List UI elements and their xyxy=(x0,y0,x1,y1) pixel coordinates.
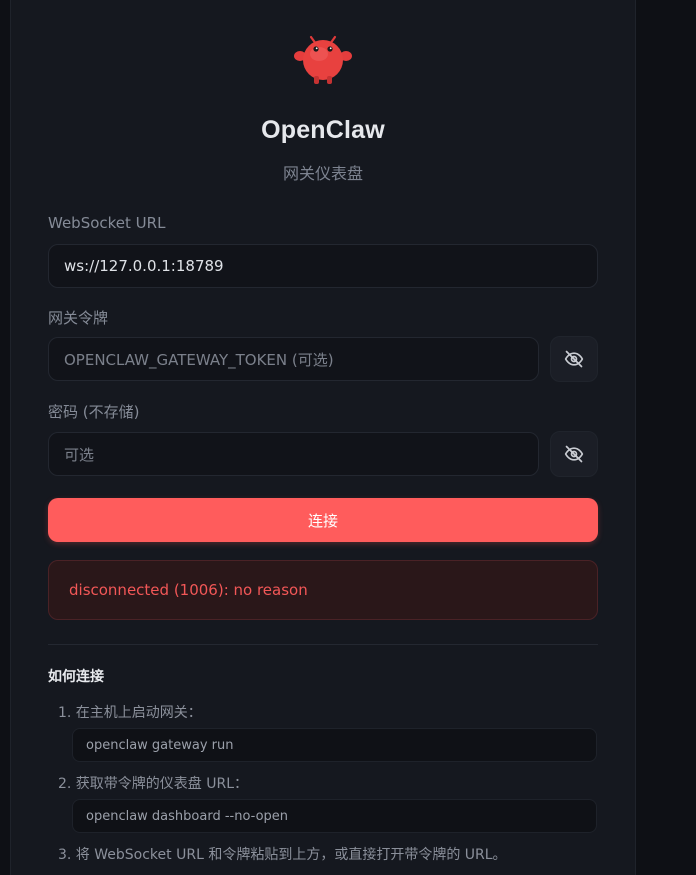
toggle-password-visibility-button[interactable] xyxy=(550,431,598,477)
password-placeholder: 可选 xyxy=(64,445,95,464)
howto-title: 如何连接 xyxy=(48,669,104,685)
connect-button[interactable]: 连接 xyxy=(48,498,598,542)
websocket-url-label: WebSocket URL xyxy=(48,214,166,232)
howto-step-1: 1. 在主机上启动网关： xyxy=(58,705,202,721)
logo-icon xyxy=(294,35,352,84)
connect-button-label: 连接 xyxy=(307,511,338,530)
divider xyxy=(48,644,598,645)
howto-code-2-text: openclaw dashboard --no-open xyxy=(86,808,289,824)
howto-code-1-text: openclaw gateway run xyxy=(86,737,234,753)
gateway-token-placeholder: OPENCLAW_GATEWAY_TOKEN (可选) xyxy=(64,350,334,369)
eye-off-icon xyxy=(564,350,584,368)
app-title: OpenClaw xyxy=(261,116,385,144)
error-message: disconnected (1006): no reason xyxy=(69,581,308,599)
password-input[interactable]: 可选 xyxy=(48,432,539,476)
howto-step-3: 3. 将 WebSocket URL 和令牌粘贴到上方，或直接打开带令牌的 UR… xyxy=(58,847,507,863)
gateway-token-input[interactable]: OPENCLAW_GATEWAY_TOKEN (可选) xyxy=(48,337,539,381)
howto-step-2: 2. 获取带令牌的仪表盘 URL： xyxy=(58,776,249,792)
websocket-url-value: ws://127.0.0.1:18789 xyxy=(64,257,224,275)
app-subtitle: 网关仪表盘 xyxy=(282,164,363,183)
page: OpenClaw 网关仪表盘 WebSocket URL ws://127.0.… xyxy=(0,0,696,875)
howto-code-2: openclaw dashboard --no-open xyxy=(72,799,597,833)
howto-code-1: openclaw gateway run xyxy=(72,728,597,762)
error-alert: disconnected (1006): no reason xyxy=(48,560,598,620)
eye-off-icon xyxy=(564,445,584,463)
gateway-token-label: 网关令牌 xyxy=(48,309,109,327)
websocket-url-input[interactable]: ws://127.0.0.1:18789 xyxy=(48,244,598,288)
password-label: 密码 (不存储) xyxy=(48,403,140,421)
toggle-token-visibility-button[interactable] xyxy=(550,336,598,382)
